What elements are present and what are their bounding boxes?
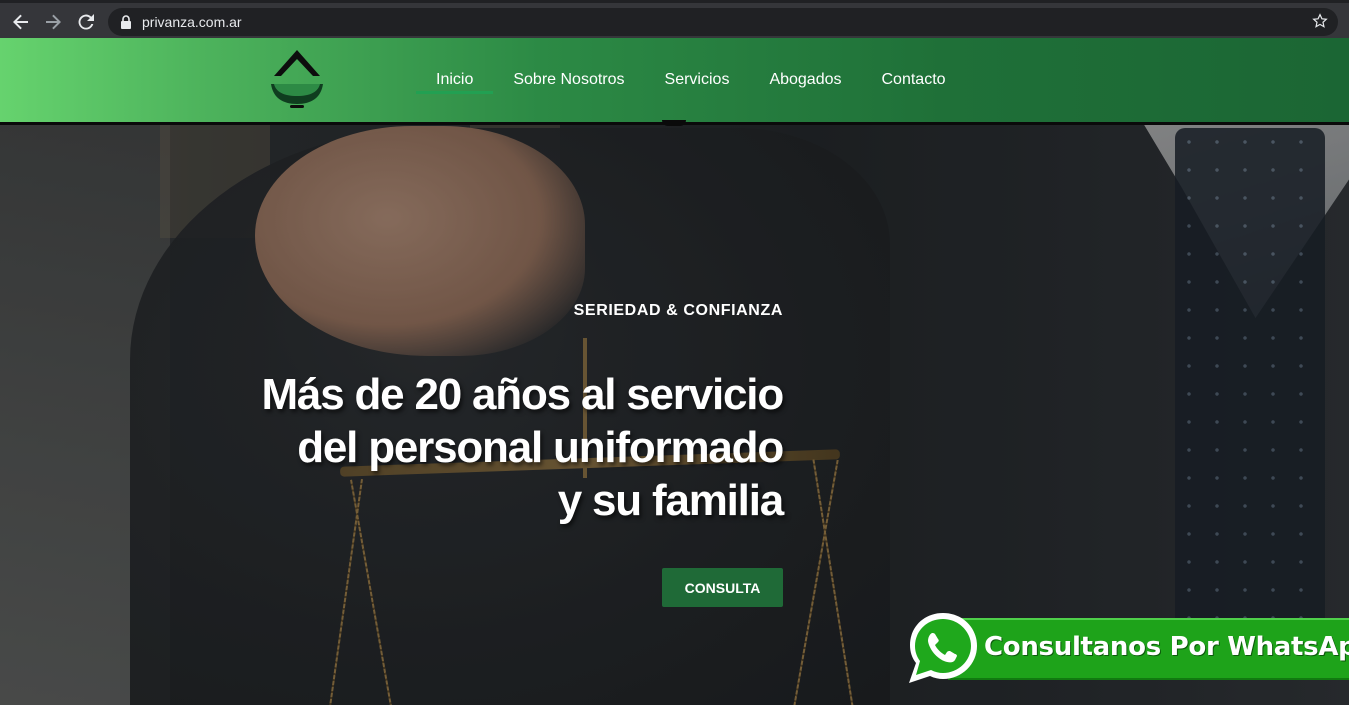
browser-toolbar: privanza.com.ar xyxy=(0,0,1349,38)
hero-headline: Más de 20 años al servicio del personal … xyxy=(261,368,784,527)
nav-item-sobre-nosotros[interactable]: Sobre Nosotros xyxy=(493,38,644,122)
page: Inicio Sobre Nosotros Servicios Abogados… xyxy=(0,38,1349,705)
headline-line: del personal uniformado xyxy=(297,423,784,472)
logo-icon[interactable] xyxy=(268,48,326,110)
whatsapp-banner[interactable]: Consultanos Por WhatsApp xyxy=(948,618,1349,680)
nav-item-inicio[interactable]: Inicio xyxy=(416,38,494,122)
site-header: Inicio Sobre Nosotros Servicios Abogados… xyxy=(0,38,1349,126)
bookmark-star-icon[interactable] xyxy=(1312,13,1328,34)
nav-item-servicios[interactable]: Servicios xyxy=(645,38,750,122)
hero-tagline: SERIEDAD & CONFIANZA xyxy=(573,302,783,319)
forward-arrow-icon[interactable] xyxy=(40,9,66,35)
hero-text: SERIEDAD & CONFIANZA Más de 20 años al s… xyxy=(261,302,784,527)
header-notch xyxy=(662,120,686,126)
headline-line: Más de 20 años al servicio xyxy=(261,370,784,419)
whatsapp-icon[interactable] xyxy=(906,610,980,686)
consulta-button[interactable]: CONSULTA xyxy=(662,568,783,607)
lock-icon[interactable] xyxy=(120,15,132,34)
address-bar[interactable]: privanza.com.ar xyxy=(108,8,1338,36)
back-arrow-icon[interactable] xyxy=(8,9,34,35)
nav-item-abogados[interactable]: Abogados xyxy=(749,38,861,122)
nav-item-contacto[interactable]: Contacto xyxy=(862,38,966,122)
main-nav: Inicio Sobre Nosotros Servicios Abogados… xyxy=(416,38,966,122)
url-text[interactable]: privanza.com.ar xyxy=(142,14,242,30)
whatsapp-label[interactable]: Consultanos Por WhatsApp xyxy=(984,632,1349,662)
headline-line: y su familia xyxy=(557,476,784,525)
reload-icon[interactable] xyxy=(73,9,99,35)
